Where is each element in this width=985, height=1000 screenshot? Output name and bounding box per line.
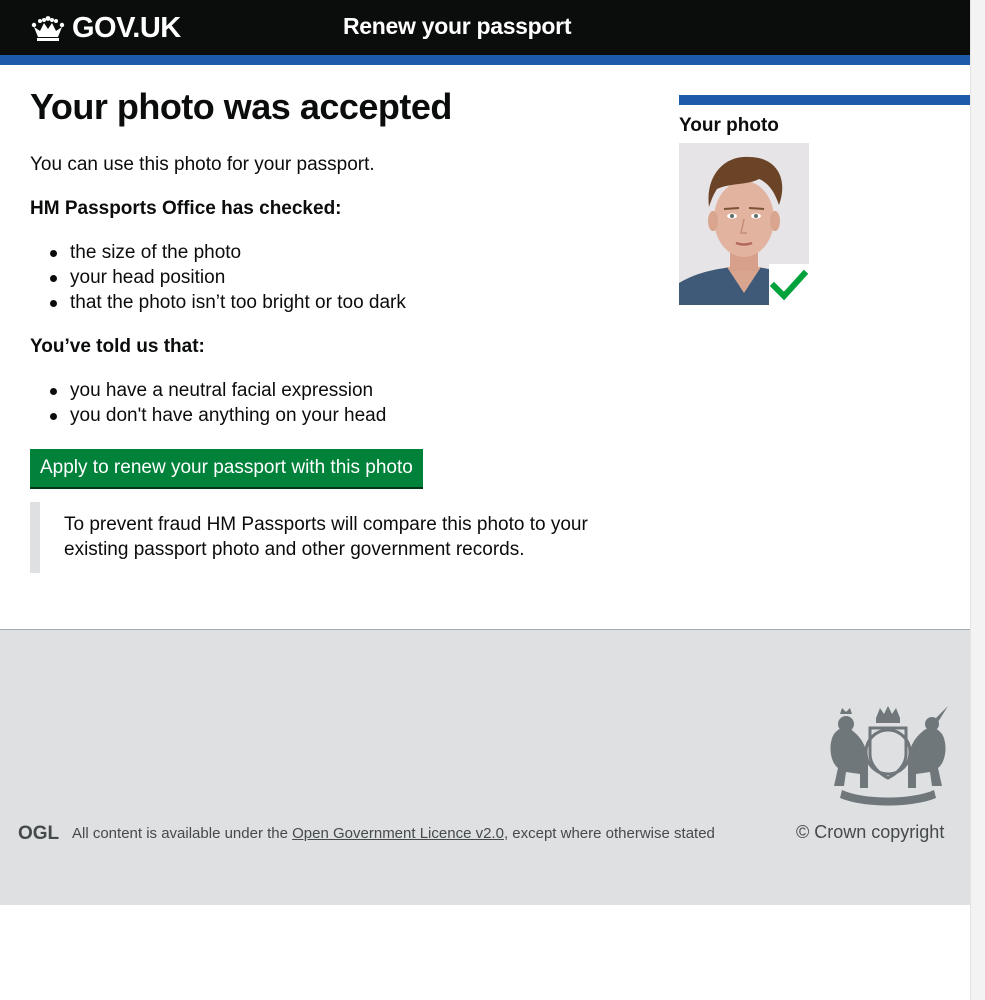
told-list: you have a neutral facial expression you… (30, 378, 386, 428)
ogl-icon: OGL (18, 823, 60, 841)
page: GOV.UK Renew your passport Your photo wa… (0, 0, 970, 1000)
list-item: you don't have anything on your head (30, 403, 386, 428)
tick-icon (769, 269, 809, 301)
crown-icon (31, 16, 65, 41)
main-content: Your photo was accepted You can use this… (30, 85, 630, 573)
header-stripe (0, 55, 970, 65)
govuk-logo-text: GOV.UK (72, 11, 181, 44)
accepted-tick (769, 264, 809, 305)
fraud-inset-text: To prevent fraud HM Passports will compa… (30, 502, 624, 573)
list-item: you have a neutral facial expression (30, 378, 386, 403)
sidebar-title: Your photo (679, 115, 779, 136)
service-name-link[interactable]: Renew your passport (343, 13, 571, 40)
told-heading: You’ve told us that: (30, 336, 205, 357)
list-item: the size of the photo (30, 240, 406, 265)
sidebar-bar (679, 95, 970, 105)
open-government-licence-link[interactable]: Open Government Licence v2.0 (292, 825, 504, 842)
list-item: that the photo isn’t too bright or too d… (30, 290, 406, 315)
govuk-logo-link[interactable]: GOV.UK (30, 12, 181, 44)
checked-list: the size of the photo your head position… (30, 240, 406, 315)
royal-crest-icon (830, 706, 948, 806)
svg-text:OGL: OGL (18, 823, 60, 841)
licence-text: All content is available under the Open … (72, 825, 715, 843)
sidebar: Your photo (679, 95, 970, 305)
site-footer: OGL All content is available under the O… (0, 629, 970, 905)
checked-heading: HM Passports Office has checked: (30, 198, 342, 219)
intro-text: You can use this photo for your passport… (30, 154, 375, 175)
crown-copyright-link[interactable]: © Crown copyright (796, 821, 944, 843)
page-title: Your photo was accepted (30, 86, 452, 127)
passport-photo (679, 143, 809, 305)
list-item: your head position (30, 265, 406, 290)
window-edge (970, 0, 985, 1000)
apply-button[interactable]: Apply to renew your passport with this p… (30, 449, 423, 487)
licence-suffix: , except where otherwise stated (503, 825, 715, 842)
licence-prefix: All content is available under the (72, 825, 293, 842)
site-header: GOV.UK Renew your passport (0, 0, 970, 55)
